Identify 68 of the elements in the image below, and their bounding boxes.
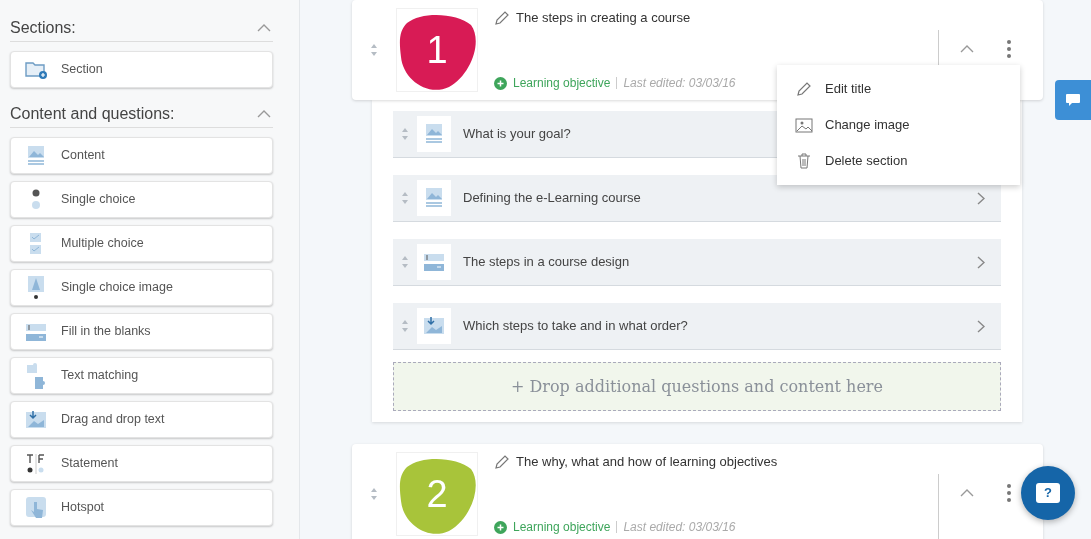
radio-icon: [29, 187, 43, 212]
puzzle-icon: [25, 361, 47, 390]
palette-item[interactable]: Text matching: [10, 357, 273, 394]
palette-item[interactable]: Single choice: [10, 181, 273, 218]
last-edited-text: Last edited: 03/03/16: [623, 75, 736, 92]
pencil-icon: [494, 9, 510, 26]
touch-icon: [25, 495, 47, 520]
drag-handle-icon[interactable]: [401, 254, 409, 270]
checkbox-icon: [29, 231, 43, 256]
drop-image-icon: [25, 409, 47, 430]
chevron-right-icon: [977, 319, 985, 333]
image-icon: [26, 144, 46, 167]
palette-item[interactable]: Fill in the blanks: [10, 313, 273, 350]
section-number: 2: [426, 475, 448, 513]
palette-item[interactable]: Drag and drop text: [10, 401, 273, 438]
question-row[interactable]: Which steps to take and in what order?: [393, 303, 1001, 350]
palette-item[interactable]: Hotspot: [10, 489, 273, 526]
question-title: What is your goal?: [463, 125, 571, 144]
last-edited-text: Last edited: 03/03/16: [623, 519, 736, 536]
palette-item[interactable]: Single choice image: [10, 269, 273, 306]
blanks-icon: [423, 252, 445, 272]
menu-item[interactable]: Edit title: [777, 71, 1020, 107]
section-title[interactable]: The steps in creating a course: [516, 8, 691, 28]
chat-icon: [1065, 93, 1081, 107]
drag-handle-icon[interactable]: [401, 126, 409, 142]
group-heading: Sections:: [10, 17, 76, 38]
chevron-up-icon: [960, 43, 974, 53]
question-row[interactable]: Defining the e-Learning course: [393, 175, 1001, 222]
chevron-up-icon: [257, 23, 271, 32]
palette-item[interactable]: Statement: [10, 445, 273, 482]
palette-item[interactable]: Section: [10, 51, 273, 88]
drag-handle-icon[interactable]: [370, 42, 378, 58]
question-title: Which steps to take and in what order?: [463, 317, 688, 336]
collapse-button[interactable]: [257, 22, 271, 33]
section-title[interactable]: The why, what and how of learning objectives: [516, 452, 778, 472]
image-icon: [424, 123, 444, 145]
section-number: 1: [426, 31, 448, 69]
palette-item[interactable]: Multiple choice: [10, 225, 273, 262]
plus-circle-icon: [494, 76, 507, 90]
section-thumbnail[interactable]: 1: [396, 8, 478, 92]
chevron-right-icon: [977, 191, 985, 205]
more-options-button[interactable]: [1005, 40, 1013, 58]
question-title: Defining the e-Learning course: [463, 189, 641, 208]
trash-icon: [797, 153, 811, 169]
pencil-icon: [494, 453, 510, 470]
question-row[interactable]: The steps in a course design: [393, 239, 1001, 286]
help-button[interactable]: ?: [1021, 466, 1075, 520]
chevron-right-icon: [977, 255, 985, 269]
image-icon: [424, 187, 444, 209]
chevron-up-icon: [257, 109, 271, 118]
pencil-icon: [796, 81, 812, 97]
side-tab[interactable]: [1055, 80, 1091, 120]
true-false-icon: [25, 451, 47, 476]
collapse-button[interactable]: [257, 108, 271, 119]
palette-item[interactable]: Content: [10, 137, 273, 174]
group-heading: Content and questions:: [10, 103, 175, 124]
drag-handle-icon[interactable]: [401, 190, 409, 206]
drag-handle-icon[interactable]: [401, 318, 409, 334]
more-options-button[interactable]: [1005, 484, 1013, 502]
blanks-icon: [25, 321, 47, 342]
question-title: The steps in a course design: [463, 253, 630, 272]
chevron-up-icon: [960, 487, 974, 497]
image-choice-icon: [27, 274, 45, 301]
drop-image-icon: [423, 316, 445, 336]
folder-icon: [24, 59, 48, 80]
image-icon: [795, 117, 813, 133]
plus-circle-icon: [494, 520, 507, 534]
drag-handle-icon[interactable]: [370, 486, 378, 502]
